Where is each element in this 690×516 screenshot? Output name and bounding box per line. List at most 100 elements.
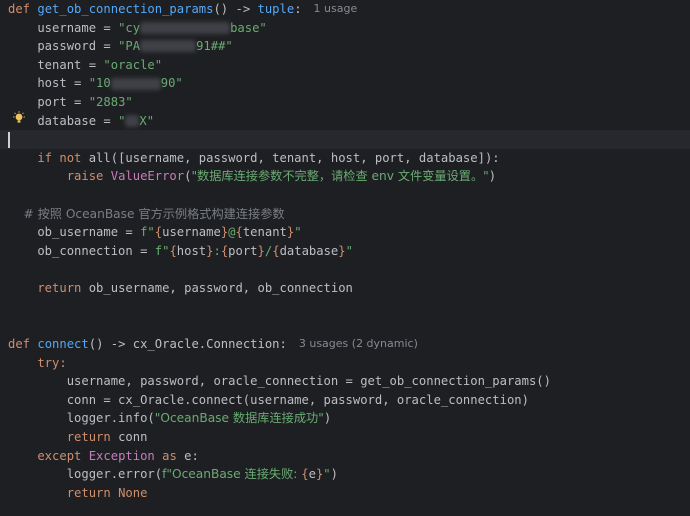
usage-hint[interactable]: 1 usage xyxy=(314,0,358,19)
return-keyword: return xyxy=(8,430,119,444)
exception-var: e: xyxy=(184,448,199,463)
exception-class: ValueError xyxy=(110,169,185,184)
fstring-start: f" xyxy=(140,225,155,240)
fstring-text: @ xyxy=(228,225,236,240)
string-end: 91##" xyxy=(196,39,233,54)
code-line-return-none: return None xyxy=(8,484,148,503)
fstring-end: " xyxy=(323,467,331,482)
return-keyword: return xyxy=(8,281,89,295)
fstring-var: e xyxy=(308,467,316,482)
assign-lhs: port = xyxy=(8,95,89,109)
usage-hint[interactable]: 3 usages (2 dynamic) xyxy=(299,335,418,354)
fstring-var: tenant xyxy=(242,225,287,240)
brace: } xyxy=(257,243,265,258)
code-line-def-get-params: def get_ob_connection_params() -> tuple:… xyxy=(8,0,357,19)
log-message: "OceanBase 数据库连接成功" xyxy=(154,411,324,426)
current-line-highlight xyxy=(0,130,690,149)
fstring-var: database xyxy=(279,243,339,258)
call: logger.info( xyxy=(8,411,155,426)
string-end: 90" xyxy=(160,76,183,91)
code-line-connect-call: conn = cx_Oracle.connect(username, passw… xyxy=(8,391,529,410)
assign-lhs: ob_username = xyxy=(8,225,141,240)
paren-close: ) xyxy=(323,411,332,426)
assign-lhs: ob_connection = xyxy=(8,243,155,258)
code-line-logger-error: logger.error(f"OceanBase 连接失败: {e} ") xyxy=(8,465,338,484)
code-line-raise: raise ValueError("数据库连接参数不完整，请检查 env 文件变… xyxy=(8,167,496,186)
code-line-return-conn: return conn xyxy=(8,428,148,447)
if-keyword: if not xyxy=(8,150,89,165)
assign-lhs: password = xyxy=(8,39,119,54)
code-line-host: host = "10 90" xyxy=(8,74,183,93)
code-line-logger-info: logger.info("OceanBase 数据库连接成功") xyxy=(8,409,331,428)
string-start: " xyxy=(118,113,126,128)
if-args: ([username, password, tenant, host, port… xyxy=(110,150,500,165)
assign-lhs: host = xyxy=(8,76,89,91)
signature: () -> xyxy=(213,2,258,16)
def-keyword: def xyxy=(8,337,31,351)
code-line-ob-username: ob_username = f"{username} @{tenant} " xyxy=(8,223,302,242)
paren-open: ( xyxy=(184,169,192,184)
code-editor[interactable]: def get_ob_connection_params() -> tuple:… xyxy=(0,0,690,516)
string-start: "PA xyxy=(118,39,141,54)
brace: } xyxy=(220,225,229,240)
fstring-text: : xyxy=(213,243,221,258)
brace: { xyxy=(169,243,177,258)
brace: { xyxy=(154,225,163,240)
return-value: conn xyxy=(118,430,148,444)
redacted-blur xyxy=(125,114,140,127)
code-line-return-1: return ob_username, password, ob_connect… xyxy=(8,279,353,298)
text-caret xyxy=(8,131,10,148)
brace: } xyxy=(315,467,324,482)
brace: { xyxy=(301,467,309,482)
fstring-text: / xyxy=(264,243,273,258)
colon: : xyxy=(294,2,302,16)
code-line-call-params: username, password, oracle_connection = … xyxy=(8,372,551,391)
assign-lhs: database = xyxy=(8,113,119,128)
code-line-port: port = "2883" xyxy=(8,93,133,112)
string-value: "oracle" xyxy=(103,57,163,72)
none-keyword: None xyxy=(118,485,148,500)
assign-lhs: tenant = xyxy=(8,57,104,72)
code-line-except: except Exception as e: xyxy=(8,447,199,466)
fstring-end: " xyxy=(294,225,302,240)
function-name: get_ob_connection_params xyxy=(37,2,214,16)
fstring-start: f" xyxy=(154,243,170,258)
string-end: base" xyxy=(230,20,267,35)
builtin-all: all xyxy=(88,150,111,165)
brace: { xyxy=(235,225,243,240)
raise-keyword: raise xyxy=(8,169,111,184)
string-end: X" xyxy=(139,113,155,128)
code-line-database: database = " X" xyxy=(8,112,154,131)
brace: } xyxy=(206,243,214,258)
paren-close: ) xyxy=(330,467,338,482)
except-keyword: except xyxy=(8,448,89,463)
fstring-var: host xyxy=(176,243,207,258)
function-name: connect xyxy=(37,337,89,351)
code-line-ob-connection: ob_connection = f"{host}:{port} /{databas… xyxy=(8,242,353,261)
fstring-text: f"OceanBase 连接失败: xyxy=(162,467,302,482)
signature: () -> cx_Oracle.Connection: xyxy=(88,337,287,351)
return-keyword: return xyxy=(8,485,119,500)
as-keyword: as xyxy=(154,448,185,463)
error-message: "数据库连接参数不完整，请检查 env 文件变量设置。" xyxy=(191,169,489,184)
code-line-password: password = "PA 91##" xyxy=(8,37,233,56)
fstring-var: username xyxy=(162,225,221,240)
call: logger.error( xyxy=(8,467,163,482)
redacted-blur xyxy=(140,40,197,53)
def-keyword: def xyxy=(8,2,31,16)
code-line-tenant: tenant = "oracle" xyxy=(8,56,162,75)
brace: } xyxy=(286,225,295,240)
code-line-comment: # 按照 OceanBase 官方示例格式构建连接参数 xyxy=(8,205,284,224)
redacted-blur xyxy=(110,77,161,90)
assign-lhs: username = xyxy=(8,20,119,35)
code-line-username: username = "cy base" xyxy=(8,19,267,38)
code-line-def-connect: def connect() -> cx_Oracle.Connection: 3 … xyxy=(8,335,418,354)
code-line-try: try: xyxy=(8,354,66,373)
fstring-end: " xyxy=(345,243,353,258)
paren-close: ) xyxy=(488,169,497,184)
string-value: "2883" xyxy=(88,95,133,109)
code-line-if: if not all ([username, password, tenant, … xyxy=(8,149,500,168)
string-start: "10 xyxy=(88,76,111,91)
fstring-var: port xyxy=(228,243,258,258)
return-type: tuple xyxy=(257,2,295,16)
